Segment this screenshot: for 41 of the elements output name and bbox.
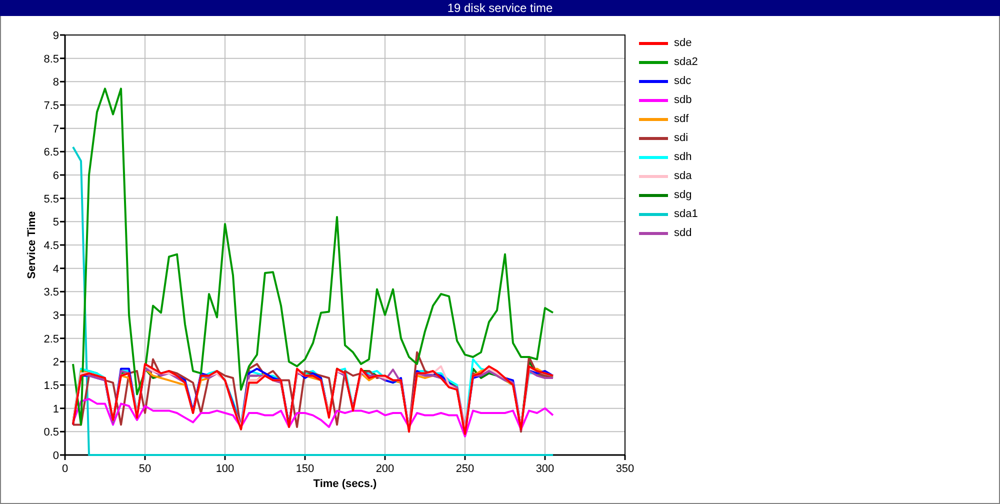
y-tick-label: 8 [52, 76, 59, 89]
legend-label: sdi [674, 132, 688, 144]
x-tick-label: 350 [616, 463, 634, 475]
legend-label: sda [674, 170, 692, 182]
y-tick-label: 2.5 [44, 333, 59, 346]
y-tick-label: 0 [52, 450, 59, 462]
y-tick-label: 7 [52, 123, 59, 136]
legend-label: sdb [674, 94, 692, 106]
y-tick-label: 6 [52, 170, 59, 182]
legend-label: sde [674, 37, 692, 49]
x-tick-label: 250 [456, 463, 474, 475]
legend-label: sda1 [674, 208, 698, 220]
y-tick-label: 1 [52, 403, 59, 416]
y-tick-label: 6.5 [44, 146, 59, 159]
x-tick-label: 0 [62, 463, 68, 475]
y-tick-label: 4.5 [44, 240, 59, 252]
y-tick-label: 0.5 [44, 426, 59, 439]
y-axis-title: Service Time [26, 211, 38, 279]
y-tick-label: 3.5 [44, 286, 59, 299]
x-tick-label: 100 [216, 463, 234, 475]
legend-label: sdh [674, 151, 692, 163]
y-tick-label: 3 [52, 310, 59, 322]
legend-label: sdc [674, 75, 692, 87]
x-tick-label: 300 [536, 463, 554, 475]
x-tick-label: 200 [376, 463, 394, 475]
x-tick-label: 50 [138, 463, 152, 475]
y-tick-label: 8.5 [44, 53, 59, 66]
y-tick-label: 5 [52, 216, 59, 229]
y-tick-label: 7.5 [44, 100, 59, 112]
legend-label: sda2 [674, 56, 698, 68]
y-tick-label: 4 [52, 263, 59, 276]
y-tick-label: 9 [52, 30, 59, 42]
legend-label: sdd [674, 227, 692, 239]
y-tick-label: 2 [52, 356, 59, 369]
x-axis-title: Time (secs.) [313, 478, 377, 490]
y-tick-label: 5.5 [44, 193, 59, 206]
legend-label: sdf [674, 113, 689, 125]
x-tick-label: 150 [296, 463, 314, 475]
legend-label: sdg [674, 189, 692, 201]
chart-title: 19 disk service time [0, 0, 1000, 16]
y-tick-label: 1.5 [44, 380, 59, 392]
